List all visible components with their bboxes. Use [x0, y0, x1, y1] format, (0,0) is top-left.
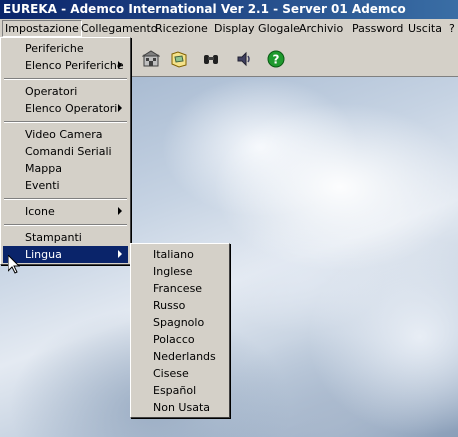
- menu-item-comandi-seriali[interactable]: Comandi Seriali: [3, 143, 128, 160]
- help-icon[interactable]: ?: [265, 48, 287, 70]
- building-icon[interactable]: [140, 48, 162, 70]
- menu-item-lingua[interactable]: Lingua: [3, 246, 128, 263]
- menu-archivio[interactable]: Archivio: [297, 20, 345, 37]
- svg-text:?: ?: [273, 53, 280, 67]
- menu-item-elenco-operatori[interactable]: Elenco Operatori: [3, 100, 128, 117]
- menu-help[interactable]: ?: [447, 20, 457, 37]
- language-item-francese[interactable]: Francese: [133, 280, 227, 297]
- language-item-inglese[interactable]: Inglese: [133, 263, 227, 280]
- menu-item-periferiche[interactable]: Periferiche: [3, 40, 128, 57]
- submenu-arrow-icon: [118, 207, 122, 215]
- menu-item-eventi[interactable]: Eventi: [3, 177, 128, 194]
- menu-separator: [4, 224, 127, 226]
- submenu-arrow-icon: [118, 250, 122, 258]
- language-item-italiano[interactable]: Italiano: [133, 246, 227, 263]
- menu-ricezione[interactable]: Ricezione: [153, 20, 210, 37]
- menu-item-icone[interactable]: Icone: [3, 203, 128, 220]
- language-item-cisese[interactable]: Cisese: [133, 365, 227, 382]
- impostazione-dropdown: Periferiche Elenco Periferiche Operatori…: [0, 37, 131, 265]
- window-title: EUREKA - Ademco International Ver 2.1 - …: [3, 2, 406, 16]
- language-item-non-usata[interactable]: Non Usata: [133, 399, 227, 416]
- language-item-polacco[interactable]: Polacco: [133, 331, 227, 348]
- menu-collegamento[interactable]: Collegamento: [79, 20, 160, 37]
- window-title-bar: EUREKA - Ademco International Ver 2.1 - …: [0, 0, 458, 19]
- menu-item-operatori[interactable]: Operatori: [3, 83, 128, 100]
- menu-bar: Impostazione Collegamento Ricezione Disp…: [0, 19, 458, 38]
- menu-uscita[interactable]: Uscita: [406, 20, 444, 37]
- language-item-espanol[interactable]: Español: [133, 382, 227, 399]
- menu-display-glogale[interactable]: Display Glogale: [212, 20, 302, 37]
- menu-item-elenco-periferiche[interactable]: Elenco Periferiche: [3, 57, 128, 74]
- binoculars-icon[interactable]: [200, 48, 222, 70]
- speaker-icon[interactable]: [233, 48, 255, 70]
- menu-impostazione[interactable]: Impostazione: [2, 20, 82, 37]
- menu-separator: [4, 121, 127, 123]
- lingua-submenu: Italiano Inglese Francese Russo Spagnolo…: [130, 243, 230, 418]
- language-item-nederlands[interactable]: Nederlands: [133, 348, 227, 365]
- submenu-arrow-icon: [118, 61, 122, 69]
- menu-item-mappa[interactable]: Mappa: [3, 160, 128, 177]
- language-item-spagnolo[interactable]: Spagnolo: [133, 314, 227, 331]
- submenu-arrow-icon: [118, 104, 122, 112]
- map-folder-icon[interactable]: [168, 48, 190, 70]
- menu-separator: [4, 198, 127, 200]
- menu-separator: [4, 78, 127, 80]
- mouse-cursor-icon: [7, 253, 21, 277]
- menu-password[interactable]: Password: [350, 20, 405, 37]
- menu-item-stampanti[interactable]: Stampanti: [3, 229, 128, 246]
- menu-item-video-camera[interactable]: Video Camera: [3, 126, 128, 143]
- language-item-russo[interactable]: Russo: [133, 297, 227, 314]
